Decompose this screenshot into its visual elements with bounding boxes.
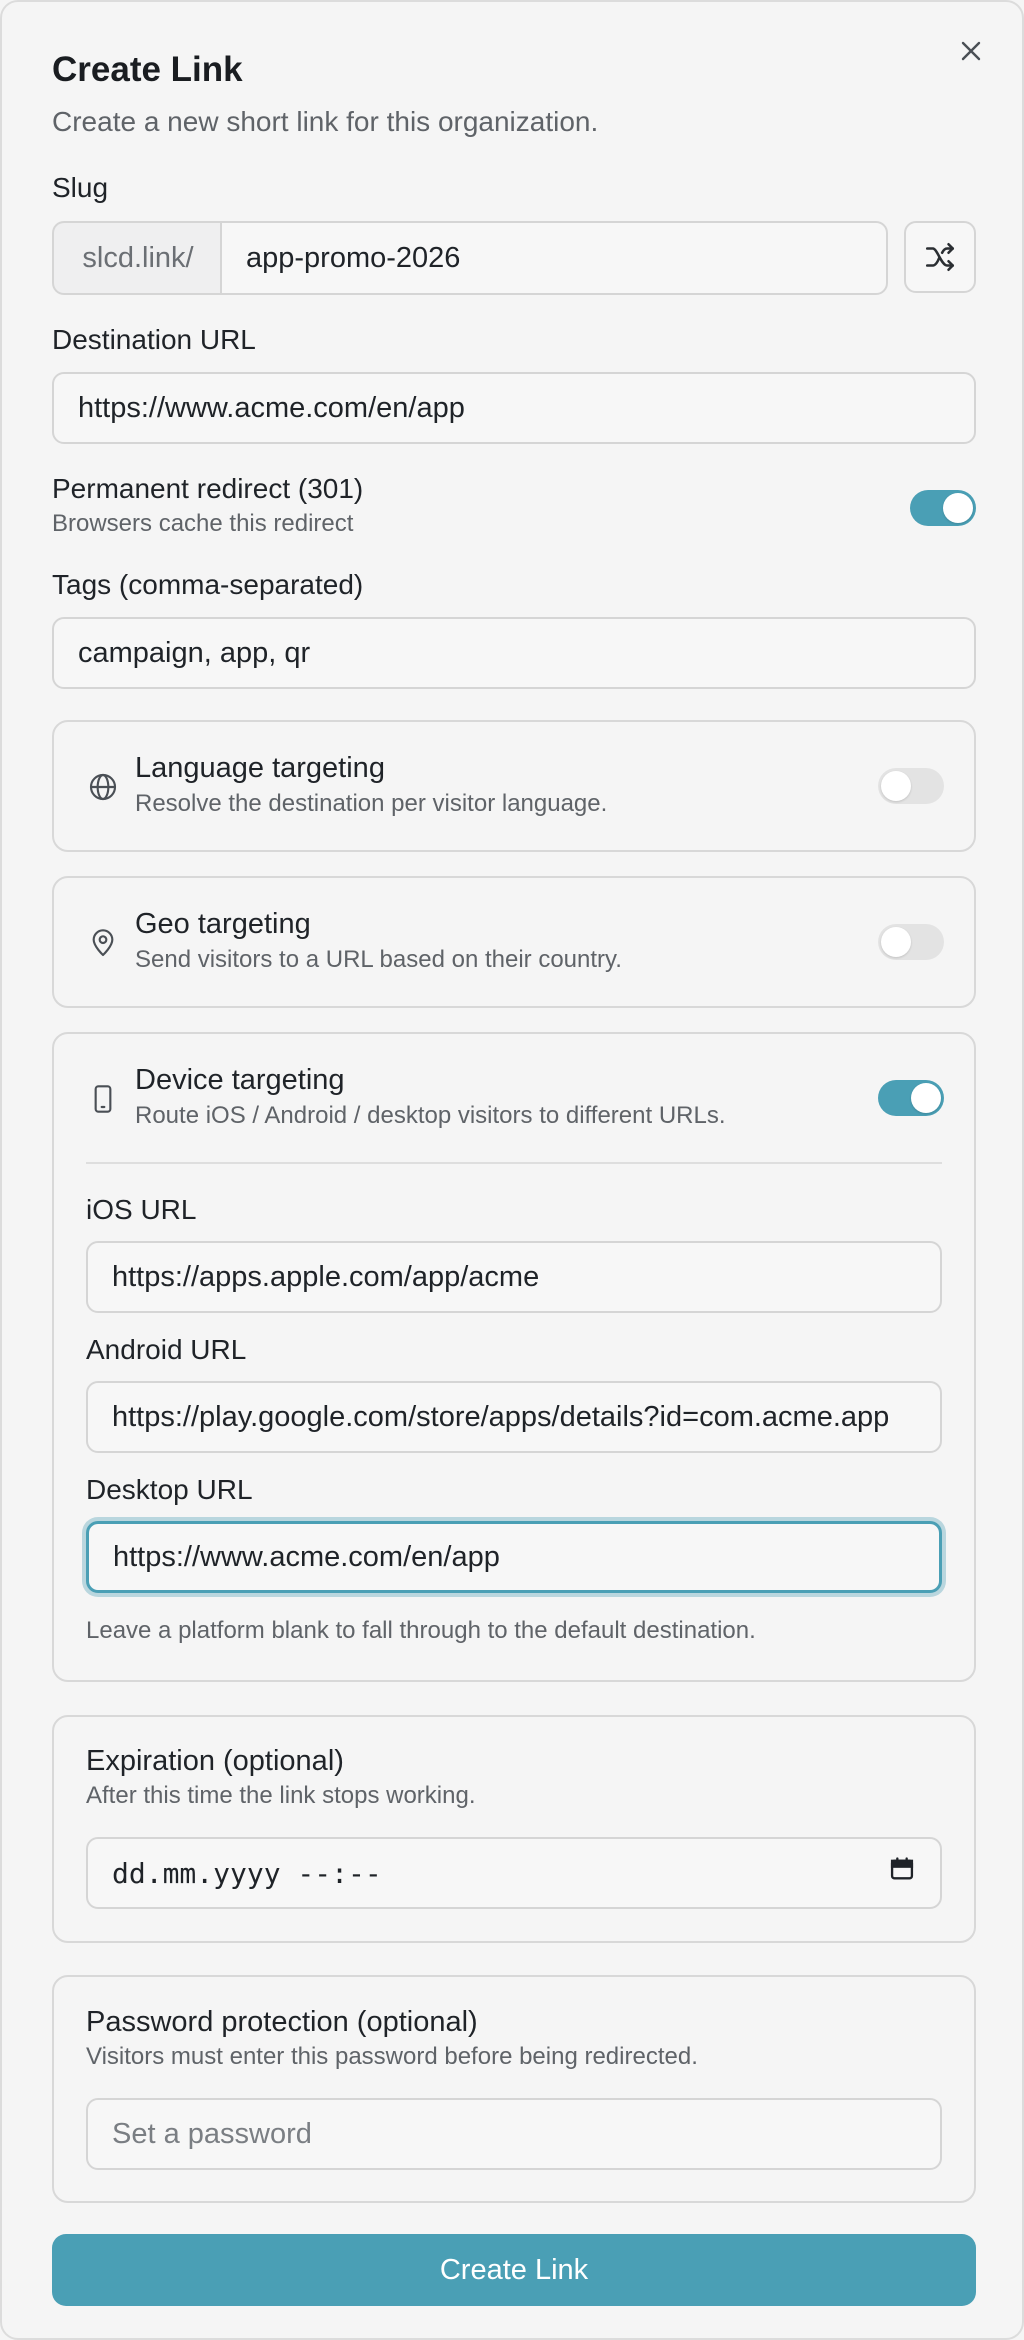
ios-url-label: iOS URL bbox=[86, 1194, 197, 1225]
slug-label: Slug bbox=[52, 172, 109, 203]
device-targeting-toggle[interactable] bbox=[878, 1080, 944, 1116]
permanent-redirect-description: Browsers cache this redirect bbox=[52, 510, 354, 537]
geo-targeting-description: Send visitors to a URL based on their co… bbox=[135, 946, 622, 973]
dialog-subtitle: Create a new short link for this organiz… bbox=[52, 106, 599, 137]
password-description: Visitors must enter this password before… bbox=[86, 2043, 698, 2070]
ios-url-input[interactable]: https://apps.apple.com/app/acme bbox=[86, 1241, 942, 1313]
language-targeting-description: Resolve the destination per visitor lang… bbox=[135, 790, 608, 817]
device-targeting-title: Device targeting bbox=[135, 1064, 345, 1096]
permanent-redirect-label: Permanent redirect (301) bbox=[52, 473, 364, 504]
create-link-dialog: Create Link Create a new short link for … bbox=[0, 0, 1024, 2340]
device-targeting-description: Route iOS / Android / desktop visitors t… bbox=[135, 1102, 726, 1129]
password-input[interactable]: Set a password bbox=[86, 2098, 942, 2170]
dialog-title: Create Link bbox=[52, 50, 243, 89]
geo-targeting-toggle[interactable] bbox=[878, 924, 944, 960]
language-targeting-title: Language targeting bbox=[135, 752, 385, 784]
slug-input[interactable]: app-promo-2026 bbox=[220, 221, 888, 295]
create-link-button[interactable]: Create Link bbox=[52, 2234, 976, 2306]
android-url-input[interactable]: https://play.google.com/store/apps/detai… bbox=[86, 1381, 942, 1453]
expiration-placeholder: dd.mm.yyyy --:-- bbox=[112, 1856, 382, 1890]
desktop-url-input[interactable]: https://www.acme.com/en/app bbox=[86, 1521, 942, 1593]
desktop-url-label: Desktop URL bbox=[86, 1474, 253, 1505]
expiration-description: After this time the link stops working. bbox=[86, 1782, 476, 1809]
geo-targeting-title: Geo targeting bbox=[135, 908, 311, 940]
smartphone-icon bbox=[86, 1082, 120, 1116]
password-title: Password protection (optional) bbox=[86, 2006, 478, 2038]
device-targeting-divider bbox=[86, 1162, 942, 1164]
shuffle-icon bbox=[925, 242, 955, 272]
randomize-slug-button[interactable] bbox=[904, 221, 976, 293]
expiration-title: Expiration (optional) bbox=[86, 1745, 344, 1777]
slug-prefix: slcd.link/ bbox=[52, 221, 222, 295]
android-url-label: Android URL bbox=[86, 1334, 247, 1365]
close-icon[interactable] bbox=[956, 36, 986, 66]
globe-icon bbox=[86, 770, 120, 804]
language-targeting-card: Language targeting Resolve the destinati… bbox=[52, 720, 976, 852]
password-placeholder: Set a password bbox=[112, 2117, 312, 2150]
tags-input[interactable]: campaign, app, qr bbox=[52, 617, 976, 689]
calendar-icon[interactable] bbox=[888, 1855, 916, 1891]
map-pin-icon bbox=[86, 926, 120, 960]
geo-targeting-card: Geo targeting Send visitors to a URL bas… bbox=[52, 876, 976, 1008]
destination-url-input[interactable]: https://www.acme.com/en/app bbox=[52, 372, 976, 444]
expiration-datetime-input[interactable]: dd.mm.yyyy --:-- bbox=[86, 1837, 942, 1909]
permanent-redirect-toggle[interactable] bbox=[910, 490, 976, 526]
tags-label: Tags (comma-separated) bbox=[52, 569, 364, 600]
device-targeting-hint: Leave a platform blank to fall through t… bbox=[86, 1617, 756, 1644]
language-targeting-toggle[interactable] bbox=[878, 768, 944, 804]
destination-label: Destination URL bbox=[52, 324, 256, 355]
